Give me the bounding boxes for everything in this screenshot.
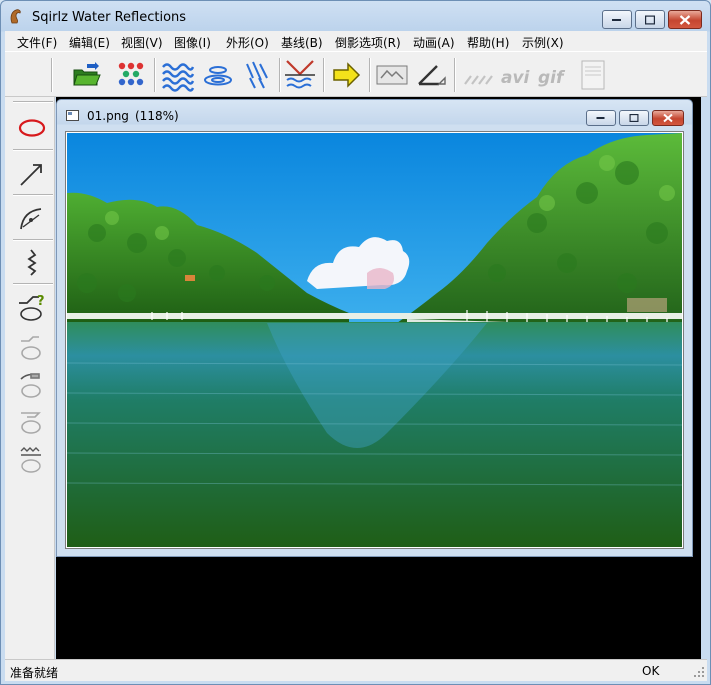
toolbar-separator bbox=[51, 58, 53, 92]
title-bar[interactable]: Sqirlz Water Reflections bbox=[1, 1, 710, 31]
squirrel-app-icon bbox=[9, 8, 23, 24]
toolbar: avi gif bbox=[5, 51, 707, 97]
left-toolbar: ? bbox=[5, 97, 55, 659]
status-text: 准备就绪 bbox=[10, 666, 59, 680]
menu-baseline[interactable]: 基线(B) bbox=[281, 34, 323, 51]
tool-separator bbox=[13, 283, 53, 285]
reflection-3-icon[interactable] bbox=[17, 407, 47, 437]
open-folder-icon[interactable] bbox=[69, 58, 103, 92]
waves-icon[interactable] bbox=[161, 58, 195, 92]
document-zoom: (118%) bbox=[135, 109, 179, 123]
menu-animation[interactable]: 动画(A) bbox=[413, 34, 455, 51]
menu-bar: 文件(F) 编辑(E) 视图(V) 图像(I) 外形(O) 基线(B) 倒影选项… bbox=[5, 31, 707, 51]
toolbar-separator bbox=[454, 58, 456, 92]
menu-reflection-options[interactable]: 倒影选项(R) bbox=[335, 34, 401, 51]
toolbar-separator bbox=[369, 58, 371, 92]
reflection-2-icon[interactable] bbox=[17, 371, 47, 401]
toolbar-separator bbox=[279, 58, 281, 92]
maximize-button[interactable] bbox=[635, 10, 665, 29]
ellipse-icon[interactable] bbox=[17, 113, 47, 143]
resize-grip-icon[interactable] bbox=[693, 666, 705, 678]
image-frame-icon[interactable] bbox=[375, 58, 409, 92]
lake-photo[interactable] bbox=[67, 133, 682, 547]
image-document-icon bbox=[66, 110, 79, 121]
image-canvas-frame bbox=[65, 131, 684, 549]
tool-separator bbox=[13, 194, 53, 196]
doc-maximize-button[interactable] bbox=[619, 110, 649, 126]
document-title: 01.png bbox=[87, 109, 129, 123]
toolbar-separator bbox=[154, 58, 156, 92]
arrow-right-icon[interactable] bbox=[330, 58, 364, 92]
wave-strokes-icon[interactable] bbox=[461, 58, 495, 92]
menu-view[interactable]: 视图(V) bbox=[121, 34, 163, 51]
menu-image[interactable]: 图像(I) bbox=[174, 34, 211, 51]
menu-shape[interactable]: 外形(O) bbox=[226, 34, 269, 51]
document-window: 01.png (118%) bbox=[56, 99, 693, 557]
reflection-4-icon[interactable] bbox=[17, 445, 47, 475]
menu-examples[interactable]: 示例(X) bbox=[522, 34, 564, 51]
reflection-help-icon[interactable]: ? bbox=[17, 293, 47, 323]
arrow-icon[interactable] bbox=[17, 159, 47, 189]
menu-help[interactable]: 帮助(H) bbox=[467, 34, 509, 51]
close-button[interactable] bbox=[668, 10, 702, 29]
ripples-icon[interactable] bbox=[201, 58, 235, 92]
status-ok: OK bbox=[642, 664, 660, 678]
angle-icon[interactable] bbox=[415, 58, 449, 92]
color-dots-icon[interactable] bbox=[115, 58, 149, 92]
mdi-workspace: 01.png (118%) bbox=[56, 97, 701, 659]
reflection-1-icon[interactable] bbox=[17, 333, 47, 363]
rain-icon[interactable] bbox=[241, 58, 275, 92]
tool-separator bbox=[13, 101, 53, 103]
doc-minimize-button[interactable] bbox=[586, 110, 616, 126]
curve-icon[interactable] bbox=[17, 203, 47, 233]
avi-icon[interactable]: avi bbox=[501, 68, 529, 88]
menu-file[interactable]: 文件(F) bbox=[17, 34, 57, 51]
minimize-button[interactable] bbox=[602, 10, 632, 29]
panel-icon[interactable] bbox=[576, 58, 610, 92]
baseline-reflection-icon[interactable] bbox=[283, 58, 317, 92]
gif-icon[interactable]: gif bbox=[538, 68, 563, 88]
window-title: Sqirlz Water Reflections bbox=[32, 10, 187, 25]
tool-separator bbox=[13, 149, 53, 151]
status-bar: 准备就绪 OK bbox=[5, 659, 707, 681]
main-window: Sqirlz Water Reflections 文件(F) 编辑(E) 视图(… bbox=[0, 0, 711, 685]
doc-close-button[interactable] bbox=[652, 110, 684, 126]
toolbar-separator bbox=[323, 58, 325, 92]
menu-edit[interactable]: 编辑(E) bbox=[69, 34, 110, 51]
svg-text:?: ? bbox=[37, 294, 45, 309]
zigzag-icon[interactable] bbox=[17, 247, 47, 277]
tool-separator bbox=[13, 239, 53, 241]
